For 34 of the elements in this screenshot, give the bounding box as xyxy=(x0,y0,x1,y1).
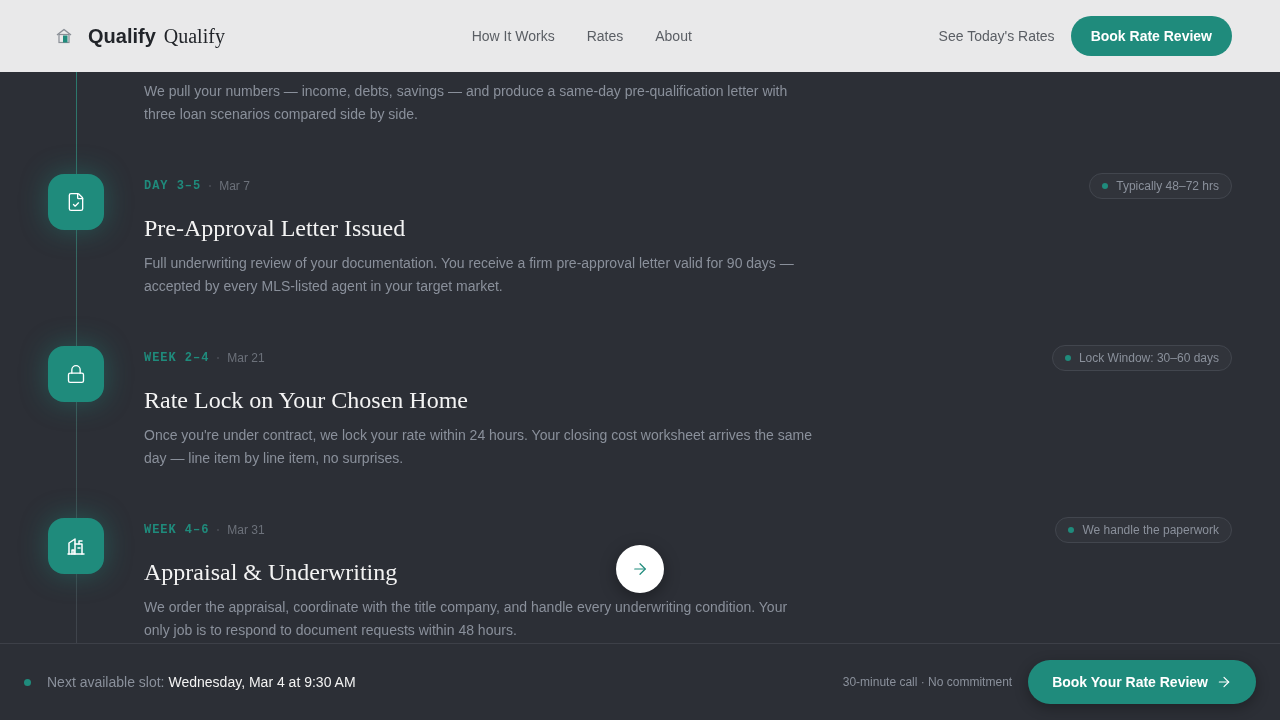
next-arrow-button[interactable] xyxy=(616,545,664,593)
step-phase: WEEK 2–4 xyxy=(144,350,210,367)
step-description: Once you're under contract, we lock your rate within 24 hours. Your closing cost worksheet arrives the same day — line item by line item, no surprises. xyxy=(144,426,813,468)
brand-name[interactable]: Qualify xyxy=(88,21,156,51)
book-your-review-button[interactable]: Book Your Rate Review xyxy=(1028,660,1256,704)
badge-text: Lock Window: 30–60 days xyxy=(1078,350,1219,367)
slot-label: Next available slot: xyxy=(47,672,165,692)
step-title: Rate Lock on Your Chosen Home xyxy=(144,386,468,415)
step-phase: DAY 3–5 xyxy=(144,178,202,195)
step-title: Appraisal & Underwriting xyxy=(144,558,398,587)
building-icon xyxy=(66,536,86,556)
document-check-icon xyxy=(66,192,86,212)
arrow-right-icon xyxy=(1216,674,1232,690)
nav-link[interactable]: How It Works xyxy=(471,25,555,47)
step-description: Full underwriting review of your documentation. You receive a firm pre-approval letter valid for 90 days — accepted by every MLS-listed agent in your target market. xyxy=(144,254,795,296)
badge-text: Typically 48–72 hrs xyxy=(1116,178,1219,195)
step-date: Mar 7 xyxy=(219,178,250,195)
step-date: Mar 31 xyxy=(227,522,265,539)
step-description: We order the appraisal, coordinate with the title company, and handle every underwriting condition. Your only job is to respond to document requests within 48 hours. xyxy=(144,598,789,640)
lock-icon xyxy=(66,364,86,384)
step-date: Mar 21 xyxy=(227,350,265,367)
nav-link[interactable]: Rates xyxy=(586,25,624,47)
arrow-right-icon xyxy=(631,560,649,578)
badge-text: We handle the paperwork xyxy=(1082,522,1219,539)
house-icon xyxy=(56,28,72,44)
step-title: Pre-Approval Letter Issued xyxy=(144,214,406,243)
step-phase: WEEK 4–6 xyxy=(144,522,210,539)
brand-wordmark: Qualify xyxy=(163,24,225,50)
nav-link[interactable]: About xyxy=(655,25,692,47)
call-note: 30-minute call · No commitment xyxy=(842,674,1013,691)
step-description: We pull your numbers — income, debts, savings — and produce a same-day pre-qualification letter with three loan scenarios compared side by side. xyxy=(144,82,789,124)
book-review-button[interactable]: Book Rate Review xyxy=(1070,16,1232,56)
rates-link[interactable]: See Today's Rates xyxy=(938,25,1055,47)
slot-value: Wednesday, Mar 4 at 9:30 AM xyxy=(168,672,356,692)
